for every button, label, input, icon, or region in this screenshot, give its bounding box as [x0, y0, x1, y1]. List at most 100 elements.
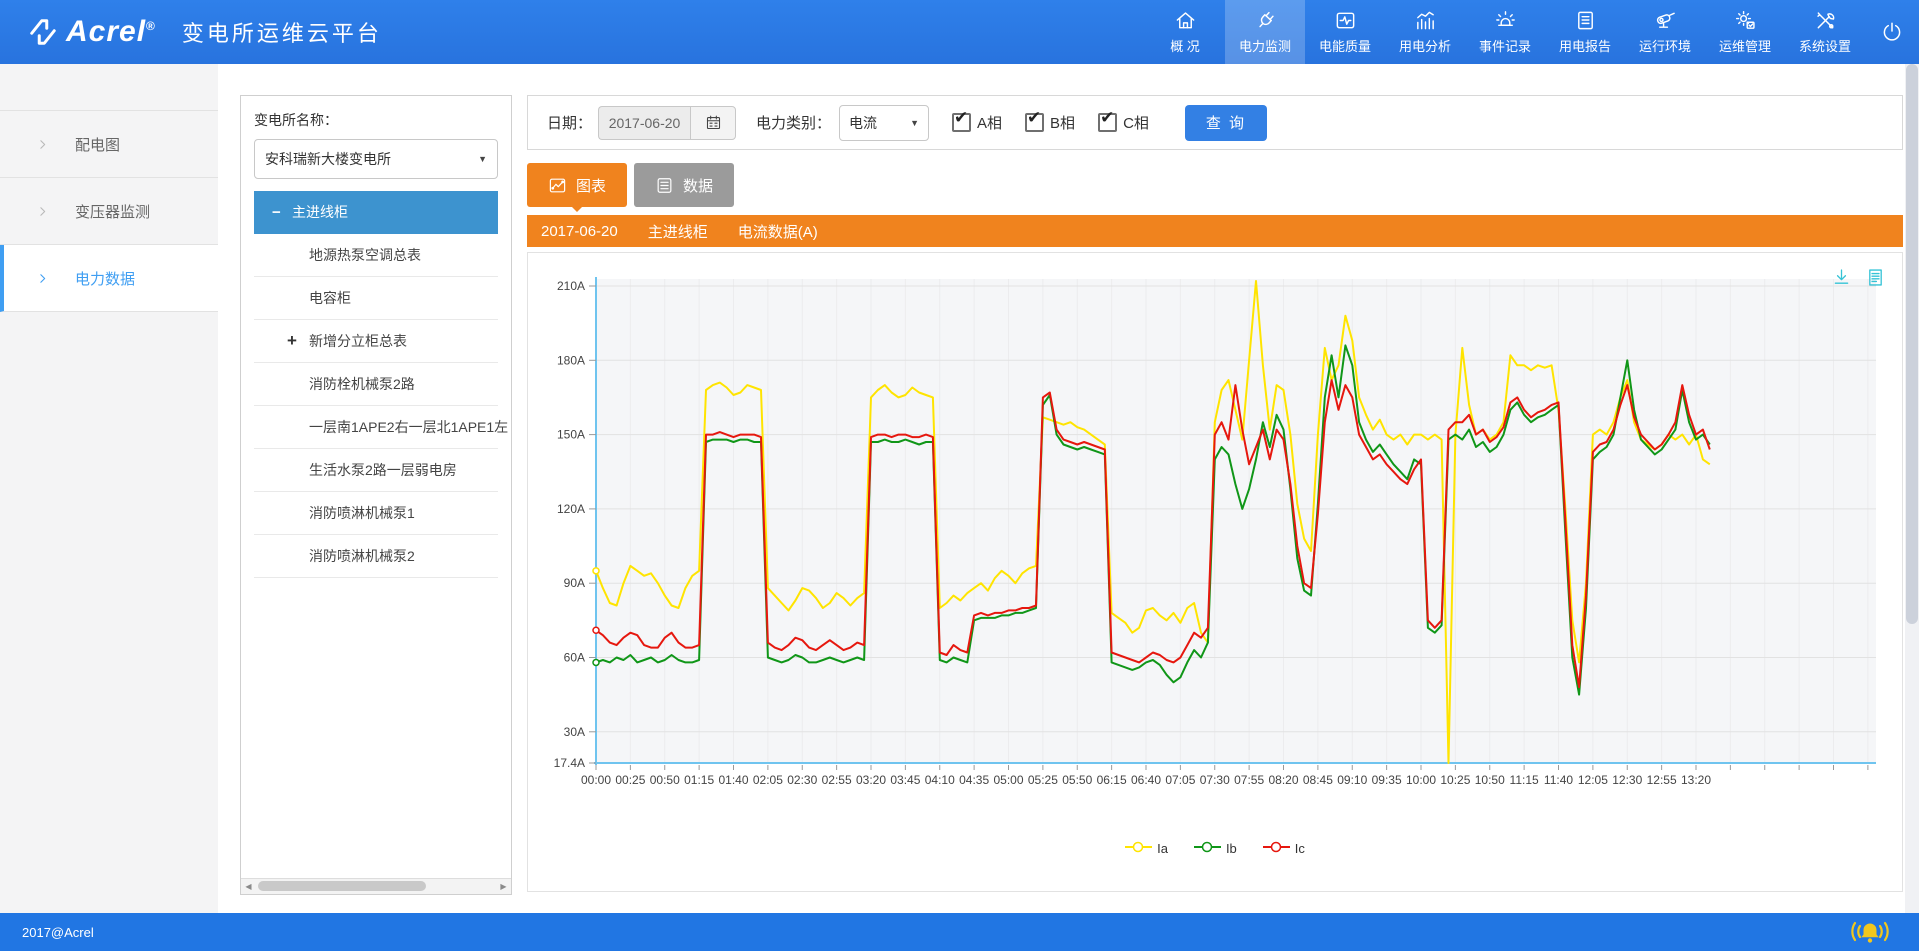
tree-row-label: 主进线柜 — [292, 202, 348, 222]
svg-text:04:35: 04:35 — [959, 773, 989, 787]
home-icon — [1174, 9, 1197, 32]
tab-label: 数据 — [683, 175, 713, 196]
tab-chart[interactable]: 图表 — [527, 163, 627, 207]
nav-item-power-quality[interactable]: 电能质量 — [1305, 0, 1385, 64]
station-panel: 变电所名称： 安科瑞新大楼变电所 ▼ −主进线柜地源热泵空调总表电容柜+新增分立… — [240, 95, 512, 895]
phase-checkbox-b[interactable]: ✔B相 — [1025, 112, 1075, 133]
power-quality-icon — [1334, 9, 1357, 32]
chart-toolbox — [1831, 267, 1886, 288]
chart-tab-icon — [548, 176, 567, 195]
tree-row-5[interactable]: 一层南1APE2右一层北1APE1左 — [254, 406, 498, 449]
calendar-icon — [705, 114, 722, 131]
tree-row-7[interactable]: 消防喷淋机械泵1 — [254, 492, 498, 535]
chart-panel: 17.4A30A60A90A120A150A180A210A00:0000:25… — [527, 252, 1903, 892]
nav-item-label: 电能质量 — [1319, 36, 1371, 55]
scroll-right-arrow-icon[interactable]: ▶ — [496, 879, 511, 893]
svg-text:12:05: 12:05 — [1578, 773, 1608, 787]
ops-management-icon — [1734, 9, 1757, 32]
svg-text:10:00: 10:00 — [1406, 773, 1436, 787]
tree-row-4[interactable]: 消防栓机械泵2路 — [254, 363, 498, 406]
svg-text:210A: 210A — [557, 279, 585, 293]
page-scrollbar-thumb[interactable] — [1906, 64, 1918, 624]
svg-text:07:55: 07:55 — [1234, 773, 1264, 787]
tree-row-8[interactable]: 消防喷淋机械泵2 — [254, 535, 498, 578]
check-icon: ✔ — [1100, 108, 1114, 128]
top-nav: 概 况电力监测 电能质量用电分析事件记录用电报告运行环境运维管理系统设置 — [1145, 0, 1919, 64]
date-label: 日期： — [547, 112, 592, 133]
app-title: 变电所运维云平台 — [182, 16, 382, 48]
tree-row-6[interactable]: 生活水泵2路一层弱电房 — [254, 449, 498, 492]
svg-text:08:45: 08:45 — [1303, 773, 1333, 787]
power-type-select[interactable]: 电流 ▼ — [839, 105, 929, 141]
nav-item-label: 系统设置 — [1799, 36, 1851, 55]
sidebar-item-power-data[interactable]: 电力数据 — [0, 245, 218, 312]
nav-item-label: 电力监测 — [1239, 36, 1291, 55]
station-select[interactable]: 安科瑞新大楼变电所 ▼ — [254, 139, 498, 179]
tab-data[interactable]: 数据 — [634, 163, 734, 207]
svg-text:01:40: 01:40 — [718, 773, 748, 787]
usage-analysis-icon — [1414, 9, 1437, 32]
tree-row-3[interactable]: +新增分立柜总表 — [254, 320, 498, 363]
brand-area: Acrel® 变电所运维云平台 — [28, 0, 382, 64]
tree-row-2[interactable]: 电容柜 — [254, 277, 498, 320]
tree-horizontal-scrollbar[interactable]: ◀ ▶ — [241, 878, 511, 894]
nav-item-event-record[interactable]: 事件记录 — [1465, 0, 1545, 64]
download-icon[interactable] — [1831, 267, 1852, 288]
nav-item-home[interactable]: 概 况 — [1145, 0, 1225, 64]
info-device: 主进线柜 — [648, 221, 708, 242]
data-view-icon[interactable] — [1865, 267, 1886, 288]
tree-row-1[interactable]: 地源热泵空调总表 — [254, 234, 498, 277]
legend-item-ib[interactable]: Ib — [1194, 841, 1237, 856]
scroll-left-arrow-icon[interactable]: ◀ — [241, 879, 256, 893]
footer: 2017@Acrel — [0, 913, 1919, 951]
nav-item-report[interactable]: 用电报告 — [1545, 0, 1625, 64]
collapse-minus-icon[interactable]: − — [272, 204, 281, 221]
sidebar-item-transformer-monitor[interactable]: 变压器监测 — [0, 178, 218, 245]
tree-row-label: 消防栓机械泵2路 — [309, 374, 415, 394]
svg-text:05:25: 05:25 — [1028, 773, 1058, 787]
nav-item-usage-analysis[interactable]: 用电分析 — [1385, 0, 1465, 64]
svg-text:05:00: 05:00 — [993, 773, 1023, 787]
alarm-bell-icon[interactable] — [1847, 917, 1893, 947]
nav-item-ops-management[interactable]: 运维管理 — [1705, 0, 1785, 64]
svg-text:17.4A: 17.4A — [554, 756, 585, 770]
check-icon: ✔ — [1027, 108, 1041, 128]
svg-text:120A: 120A — [557, 502, 585, 516]
sidebar-item-distribution-map[interactable]: 配电图 — [0, 111, 218, 178]
legend-label: Ic — [1295, 841, 1305, 856]
svg-text:07:30: 07:30 — [1200, 773, 1230, 787]
nav-item-environment[interactable]: 运行环境 — [1625, 0, 1705, 64]
nav-item-power-monitor[interactable]: 电力监测 — [1225, 0, 1305, 64]
chevron-down-icon: ▼ — [910, 118, 919, 128]
system-settings-icon — [1814, 9, 1837, 32]
registered-mark: ® — [146, 19, 156, 33]
legend-item-ia[interactable]: Ia — [1125, 841, 1168, 856]
scrollbar-thumb[interactable] — [258, 881, 426, 891]
svg-text:03:45: 03:45 — [890, 773, 920, 787]
page-scrollbar[interactable] — [1905, 64, 1919, 913]
checkbox-box: ✔ — [952, 113, 971, 132]
app-header: Acrel® 变电所运维云平台 概 况电力监测电能质量用电分析事件记录用电报告运… — [0, 0, 1919, 64]
phase-label: B相 — [1050, 112, 1075, 133]
nav-item-system-settings[interactable]: 系统设置 — [1785, 0, 1865, 64]
query-button[interactable]: 查 询 — [1185, 105, 1267, 141]
sidebar-item-label: 配电图 — [75, 134, 120, 155]
date-input[interactable] — [598, 106, 690, 140]
legend-label: Ia — [1157, 841, 1168, 856]
svg-text:12:55: 12:55 — [1647, 773, 1677, 787]
phase-checkbox-a[interactable]: ✔ A相 — [952, 112, 1002, 133]
legend-label: Ib — [1226, 841, 1237, 856]
svg-text:01:15: 01:15 — [684, 773, 714, 787]
legend-item-ic[interactable]: Ic — [1263, 841, 1305, 856]
tree-row-label: 消防喷淋机械泵2 — [309, 546, 415, 566]
phase-label: A相 — [977, 112, 1002, 133]
tree-row-0[interactable]: −主进线柜 — [254, 191, 498, 234]
phase-checkbox-c[interactable]: ✔C相 — [1098, 112, 1149, 133]
query-toolbar: 日期： 电力类别： 电流 ▼ ✔A相✔B相✔C相 查 询 — [527, 95, 1903, 150]
svg-text:09:35: 09:35 — [1372, 773, 1402, 787]
power-icon — [1880, 20, 1904, 44]
power-monitor-icon — [1254, 9, 1277, 32]
expand-plus-icon[interactable]: + — [287, 331, 297, 351]
calendar-button[interactable] — [690, 106, 736, 140]
logout-power-button[interactable] — [1865, 0, 1919, 64]
